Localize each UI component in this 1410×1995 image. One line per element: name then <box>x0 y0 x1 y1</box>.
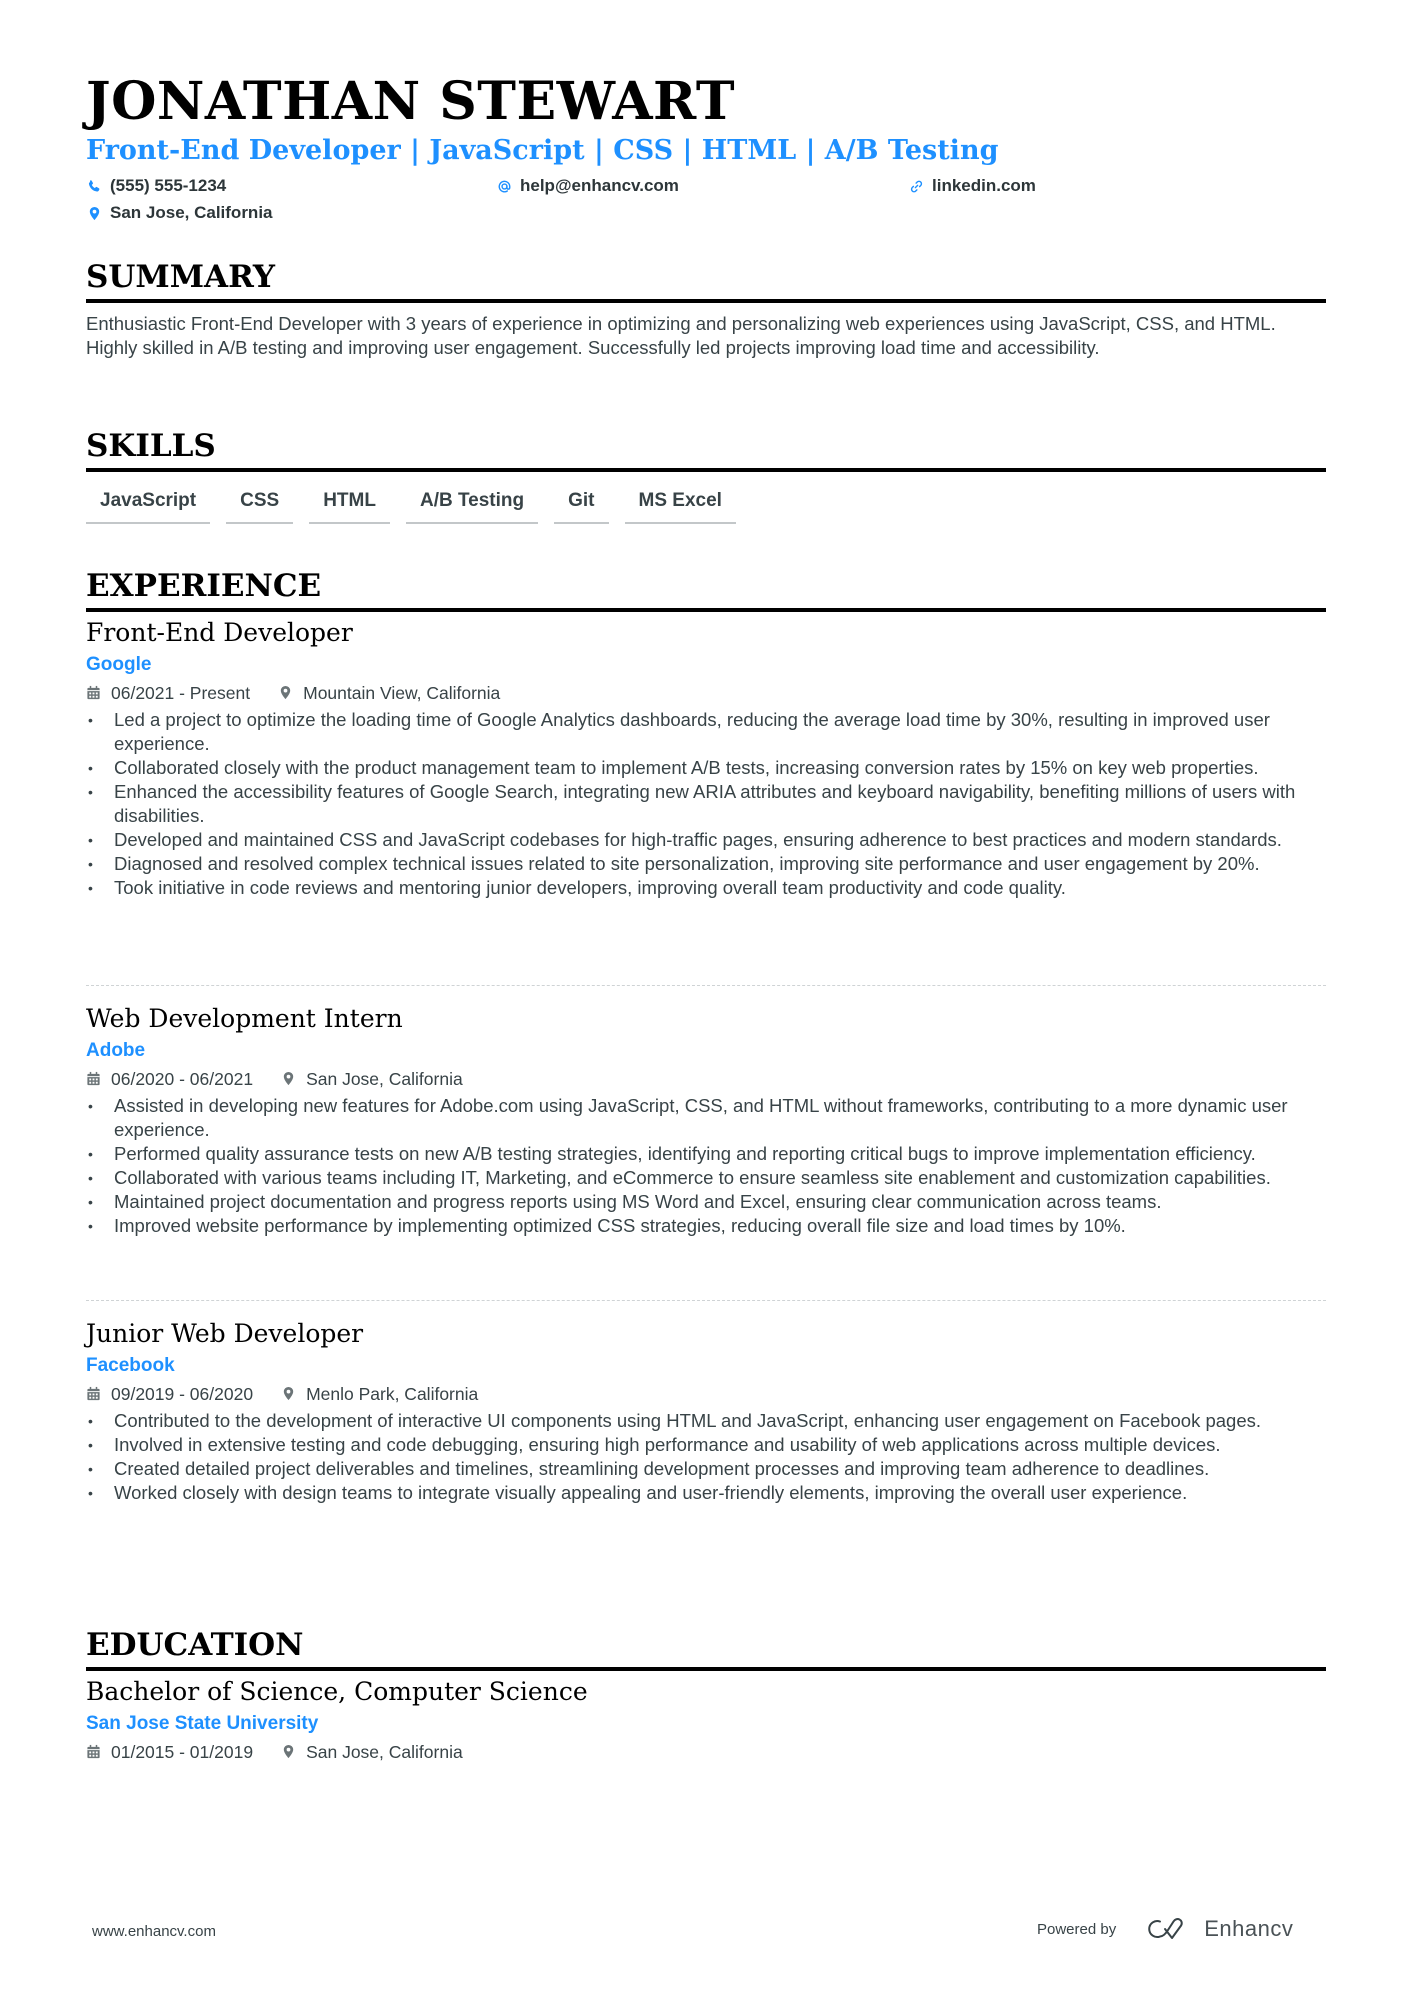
experience-entry: Web Development Intern Adobe 06/2020 - 0… <box>86 1003 1326 1238</box>
company-name[interactable]: Adobe <box>86 1039 1326 1063</box>
bullet-item: Improved website performance by implemen… <box>86 1214 1326 1238</box>
calendar-icon <box>86 1386 102 1402</box>
skill-tag: A/B Testing <box>405 486 539 524</box>
contact-location: San Jose, California <box>86 203 273 223</box>
entry-divider <box>86 985 1326 986</box>
bullet-item: Enhanced the accessibility features of G… <box>86 780 1326 828</box>
location-pin-icon <box>281 1071 297 1087</box>
experience-entry: Front-End Developer Google 06/2021 - Pre… <box>86 617 1326 900</box>
bullet-item: Diagnosed and resolved complex technical… <box>86 852 1326 876</box>
section-title-summary: SUMMARY <box>86 262 1326 303</box>
experience-entry: Junior Web Developer Facebook 09/2019 - … <box>86 1318 1326 1505</box>
company-name[interactable]: Facebook <box>86 1354 1326 1378</box>
location-pin-icon <box>278 685 294 701</box>
education-dates: 01/2015 - 01/2019 <box>111 1742 254 1762</box>
candidate-name: JONATHAN STEWART <box>86 71 736 132</box>
enhancv-brand: Enhancv <box>1204 1916 1294 1941</box>
job-title: Junior Web Developer <box>86 1319 364 1348</box>
job-title: Web Development Intern <box>86 1004 403 1033</box>
skill-tag: Git <box>554 486 609 524</box>
calendar-icon <box>86 685 102 701</box>
location-pin-icon <box>86 205 102 221</box>
bullet-item: Assisted in developing new features for … <box>86 1094 1326 1142</box>
bullet-item: Led a project to optimize the loading ti… <box>86 708 1326 756</box>
education-entry: Bachelor of Science, Computer Science Sa… <box>86 1676 1326 1764</box>
location-pin-icon <box>281 1386 297 1402</box>
company-name[interactable]: Google <box>86 653 1326 677</box>
bullet-item: Worked closely with design teams to inte… <box>86 1481 1326 1505</box>
job-bullets: Led a project to optimize the loading ti… <box>86 708 1326 900</box>
footer-website-link[interactable]: www.enhancv.com <box>92 1923 216 1940</box>
bullet-item: Collaborated closely with the product ma… <box>86 756 1326 780</box>
bullet-item: Maintained project documentation and pro… <box>86 1190 1326 1214</box>
skills-list: JavaScript CSS HTML A/B Testing Git MS E… <box>86 486 736 524</box>
job-location: San Jose, California <box>306 1069 463 1089</box>
section-title-experience: EXPERIENCE <box>86 571 1326 612</box>
job-meta: 09/2019 - 06/2020 Menlo Park, California <box>86 1382 1326 1406</box>
location-text: San Jose, California <box>110 203 273 222</box>
job-bullets: Contributed to the development of intera… <box>86 1409 1326 1505</box>
entry-divider <box>86 1300 1326 1301</box>
job-dates: 06/2020 - 06/2021 <box>111 1069 254 1089</box>
skill-tag: MS Excel <box>624 486 736 524</box>
job-dates: 09/2019 - 06/2020 <box>111 1384 254 1404</box>
section-title-education: EDUCATION <box>86 1630 1326 1671</box>
summary-text: Enthusiastic Front-End Developer with 3 … <box>86 313 1276 358</box>
job-bullets: Assisted in developing new features for … <box>86 1094 1326 1238</box>
job-location: Menlo Park, California <box>306 1384 479 1404</box>
calendar-icon <box>86 1071 102 1087</box>
job-meta: 06/2021 - Present Mountain View, Califor… <box>86 681 1326 705</box>
candidate-title: Front-End Developer | JavaScript | CSS |… <box>86 135 999 166</box>
footer-powered-by[interactable]: Powered by Enhancv <box>1037 1916 1293 1942</box>
contact-linkedin[interactable]: linkedin.com <box>908 176 1036 196</box>
bullet-item: Performed quality assurance tests on new… <box>86 1142 1326 1166</box>
job-location: Mountain View, California <box>303 683 501 703</box>
bullet-item: Contributed to the development of intera… <box>86 1409 1326 1433</box>
at-icon <box>496 178 512 194</box>
calendar-icon <box>86 1744 102 1760</box>
location-pin-icon <box>281 1744 297 1760</box>
phone-icon <box>86 178 102 194</box>
skill-tag: HTML <box>309 486 390 524</box>
powered-by-label: Powered by <box>1037 1920 1117 1938</box>
bullet-item: Created detailed project deliverables an… <box>86 1457 1326 1481</box>
degree-title: Bachelor of Science, Computer Science <box>86 1677 588 1706</box>
skill-tag: CSS <box>226 486 294 524</box>
contact-email[interactable]: help@enhancv.com <box>496 176 679 196</box>
linkedin-link[interactable]: linkedin.com <box>932 176 1036 196</box>
section-title-skills: SKILLS <box>86 431 1326 472</box>
contact-phone: (555) 555-1234 <box>86 176 226 196</box>
bullet-item: Developed and maintained CSS and JavaScr… <box>86 828 1326 852</box>
job-dates: 06/2021 - Present <box>111 683 251 703</box>
phone-text: (555) 555-1234 <box>110 176 227 195</box>
bullet-item: Collaborated with various teams includin… <box>86 1166 1326 1190</box>
enhancv-logo-icon <box>1144 1916 1192 1942</box>
bullet-item: Involved in extensive testing and code d… <box>86 1433 1326 1457</box>
education-location: San Jose, California <box>306 1742 463 1762</box>
education-meta: 01/2015 - 01/2019 San Jose, California <box>86 1740 1326 1764</box>
job-meta: 06/2020 - 06/2021 San Jose, California <box>86 1067 1326 1091</box>
link-icon <box>908 178 924 194</box>
bullet-item: Took initiative in code reviews and ment… <box>86 876 1326 900</box>
email-link[interactable]: help@enhancv.com <box>520 176 679 196</box>
job-title: Front-End Developer <box>86 618 353 647</box>
skill-tag: JavaScript <box>86 486 211 524</box>
school-name[interactable]: San Jose State University <box>86 1712 1326 1736</box>
